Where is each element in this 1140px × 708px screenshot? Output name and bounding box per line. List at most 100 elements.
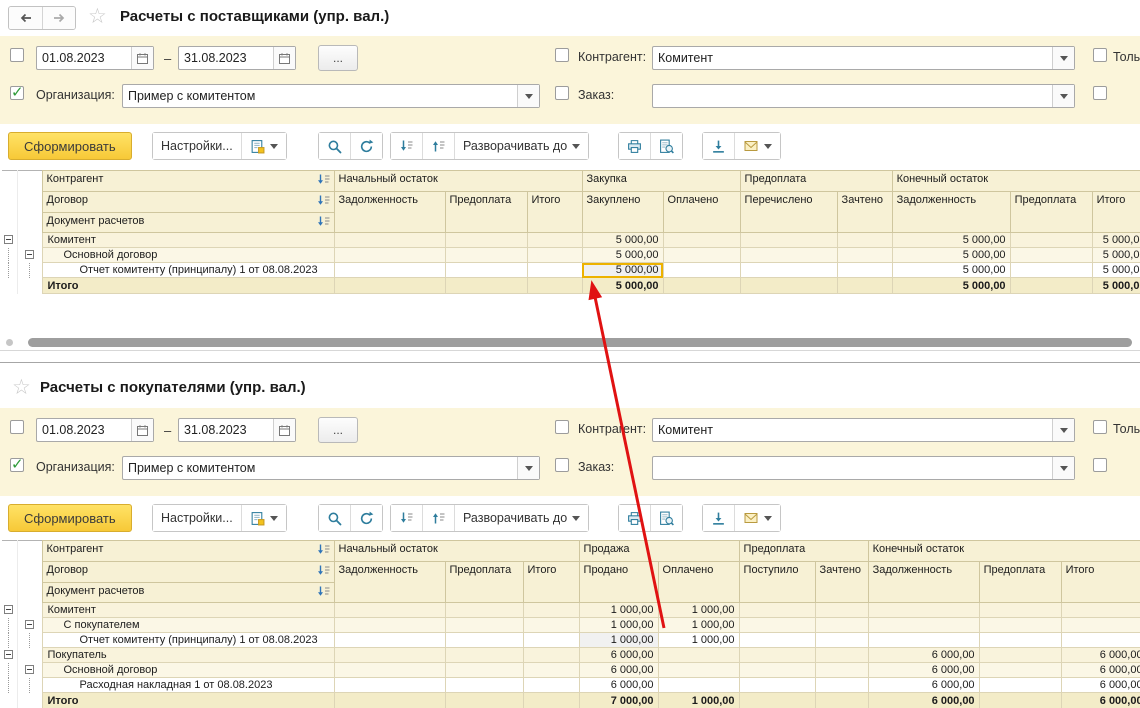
- favorite-star-icon[interactable]: [88, 5, 110, 27]
- cell[interactable]: 1 000,00: [658, 633, 739, 648]
- print-preview-button[interactable]: [650, 133, 682, 159]
- cell[interactable]: 6 000,00: [868, 663, 979, 678]
- cell[interactable]: [523, 648, 579, 663]
- refresh-button[interactable]: [350, 505, 382, 531]
- row-label[interactable]: Итого: [42, 278, 334, 294]
- print-button[interactable]: [619, 133, 650, 159]
- generate-button[interactable]: Сформировать: [8, 132, 132, 160]
- print-preview-button[interactable]: [650, 505, 682, 531]
- send-mail-button[interactable]: [734, 505, 780, 531]
- only-checkbox-2[interactable]: [1093, 458, 1107, 472]
- cell[interactable]: [663, 248, 740, 263]
- cell[interactable]: [523, 678, 579, 693]
- horizontal-scrollbar[interactable]: [2, 336, 1138, 349]
- cell[interactable]: [979, 603, 1061, 618]
- sort-icon[interactable]: [317, 565, 330, 581]
- cell[interactable]: 6 000,00: [579, 678, 658, 693]
- send-mail-button[interactable]: [734, 133, 780, 159]
- counterparty-value[interactable]: Комитент: [653, 51, 1052, 65]
- cell[interactable]: [1061, 633, 1140, 648]
- chevron-down-icon[interactable]: [1052, 419, 1074, 441]
- cell[interactable]: [837, 248, 892, 263]
- counterparty-checkbox[interactable]: [555, 420, 569, 434]
- cell[interactable]: [523, 603, 579, 618]
- cell[interactable]: [1061, 603, 1140, 618]
- forward-button[interactable]: [42, 7, 75, 29]
- order-checkbox[interactable]: [555, 458, 569, 472]
- row-label[interactable]: Отчет комитенту (принципалу) 1 от 08.08.…: [42, 633, 334, 648]
- row-label[interactable]: Итого: [42, 693, 334, 708]
- cell[interactable]: [445, 603, 523, 618]
- collapse-rows-button[interactable]: [391, 505, 422, 531]
- column-header-document[interactable]: Документ расчетов: [42, 212, 334, 233]
- favorite-star-icon[interactable]: [12, 376, 34, 398]
- cell[interactable]: [739, 663, 815, 678]
- cell[interactable]: 1 000,00: [658, 693, 739, 708]
- refresh-button[interactable]: [350, 133, 382, 159]
- cell[interactable]: [979, 663, 1061, 678]
- collapse-expander-icon[interactable]: [25, 665, 34, 674]
- cell[interactable]: 6 000,00: [579, 663, 658, 678]
- only-checkbox[interactable]: [1093, 48, 1107, 62]
- cell[interactable]: 6 000,00: [1061, 693, 1140, 708]
- calendar-icon[interactable]: [131, 47, 153, 69]
- save-button[interactable]: [703, 133, 734, 159]
- cell[interactable]: [334, 233, 445, 248]
- counterparty-combo[interactable]: Комитент: [652, 46, 1075, 70]
- cell[interactable]: 5 000,00: [892, 263, 1010, 278]
- print-button[interactable]: [619, 505, 650, 531]
- cell[interactable]: [815, 648, 868, 663]
- row-label[interactable]: Основной договор: [42, 663, 334, 678]
- cell[interactable]: [868, 633, 979, 648]
- cell[interactable]: 6 000,00: [868, 678, 979, 693]
- cell[interactable]: 7 000,00: [579, 693, 658, 708]
- back-button[interactable]: [9, 7, 42, 29]
- column-header-contract[interactable]: Договор: [42, 191, 334, 212]
- cell[interactable]: [663, 263, 740, 278]
- cell[interactable]: [445, 693, 523, 708]
- expand-rows-button[interactable]: [422, 133, 454, 159]
- search-button[interactable]: [319, 505, 350, 531]
- chevron-down-icon[interactable]: [1052, 85, 1074, 107]
- cell[interactable]: 5 000,00: [1092, 248, 1140, 263]
- calendar-icon[interactable]: [273, 47, 295, 69]
- cell[interactable]: [527, 248, 582, 263]
- period-checkbox[interactable]: [10, 48, 24, 62]
- settings-button[interactable]: Настройки...: [153, 133, 241, 159]
- chevron-down-icon[interactable]: [1052, 457, 1074, 479]
- cell[interactable]: [868, 603, 979, 618]
- date-to-field[interactable]: 31.08.2023: [178, 418, 296, 442]
- cell[interactable]: 5 000,00: [892, 278, 1010, 294]
- organization-combo[interactable]: Пример с комитентом: [122, 84, 540, 108]
- expand-to-button[interactable]: Разворачивать до: [454, 505, 588, 531]
- chevron-down-icon[interactable]: [517, 457, 539, 479]
- date-to-field[interactable]: 31.08.2023: [178, 46, 296, 70]
- column-header-document[interactable]: Документ расчетов: [42, 582, 334, 603]
- period-checkbox[interactable]: [10, 420, 24, 434]
- row-label[interactable]: Покупатель: [42, 648, 334, 663]
- collapse-expander-icon[interactable]: [4, 650, 13, 659]
- date-from-field[interactable]: 01.08.2023: [36, 418, 154, 442]
- chevron-down-icon[interactable]: [1052, 47, 1074, 69]
- cell[interactable]: [739, 618, 815, 633]
- period-more-button[interactable]: ...: [318, 417, 358, 443]
- cell[interactable]: 5 000,00: [1092, 278, 1140, 294]
- cell[interactable]: [334, 278, 445, 294]
- calendar-icon[interactable]: [273, 419, 295, 441]
- report-variant-button[interactable]: [241, 505, 286, 531]
- cell[interactable]: [979, 648, 1061, 663]
- cell[interactable]: [979, 678, 1061, 693]
- column-header-counterparty[interactable]: Контрагент: [42, 171, 334, 192]
- cell[interactable]: [445, 278, 527, 294]
- date-from-value[interactable]: 01.08.2023: [37, 423, 131, 437]
- row-label[interactable]: С покупателем: [42, 618, 334, 633]
- sort-icon[interactable]: [317, 544, 330, 560]
- cell[interactable]: [445, 663, 523, 678]
- cell[interactable]: [334, 678, 445, 693]
- cell[interactable]: [523, 633, 579, 648]
- scrollbar-dot[interactable]: [6, 339, 13, 346]
- cell[interactable]: 1 000,00: [579, 618, 658, 633]
- cell[interactable]: 5 000,00: [582, 248, 663, 263]
- cell[interactable]: [868, 618, 979, 633]
- cell[interactable]: [740, 278, 837, 294]
